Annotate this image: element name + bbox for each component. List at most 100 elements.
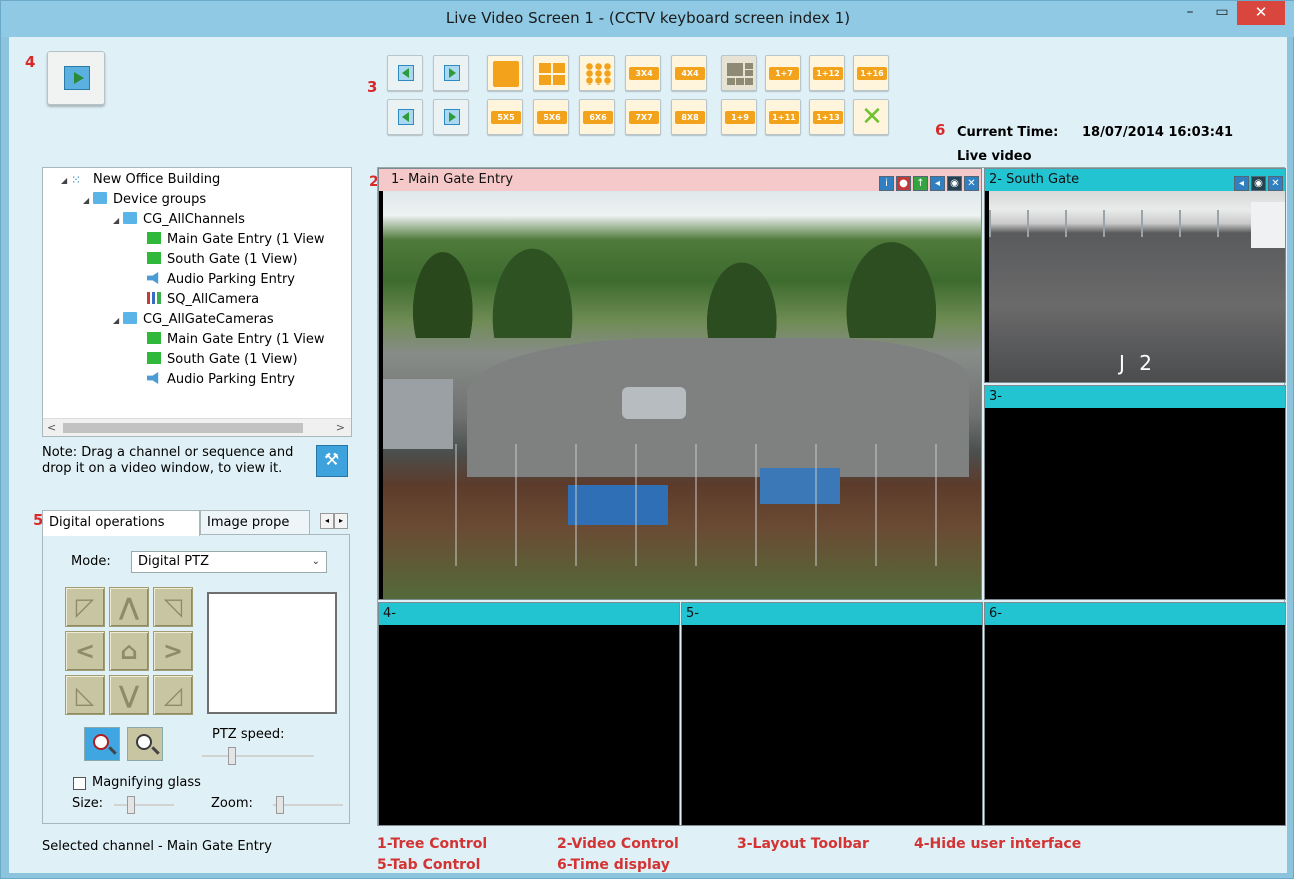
- layout-1plus12-button[interactable]: 1+12: [809, 55, 845, 91]
- arrow-left-icon: [398, 65, 414, 81]
- video-pane-header[interactable]: 5-: [682, 603, 982, 625]
- video-pane-header[interactable]: 4-: [379, 603, 679, 625]
- close-icon[interactable]: ✕: [964, 176, 979, 191]
- slider-knob[interactable]: [228, 747, 236, 765]
- ptz-left-button[interactable]: <: [65, 631, 105, 671]
- tab-digital-operations[interactable]: Digital operations: [42, 510, 200, 536]
- scrollbar-thumb[interactable]: [63, 423, 303, 433]
- tree-item-audio-parking-entry-2[interactable]: Audio Parking Entry: [147, 370, 295, 390]
- drag-drop-note: Note: Drag a channel or sequence and dro…: [42, 445, 294, 476]
- tree-item-cg-allgatecameras[interactable]: ◢ CG_AllGateCameras: [113, 310, 274, 330]
- layout-7x7-button[interactable]: 7X7: [625, 99, 661, 135]
- zoom-slider[interactable]: [273, 796, 343, 814]
- close-button[interactable]: ✕: [1237, 1, 1285, 25]
- size-slider[interactable]: [114, 796, 174, 814]
- video-pane-2[interactable]: 2- South Gate ◂ ◉ ✕ J 2: [984, 168, 1286, 383]
- ptz-home-button[interactable]: ⌂: [109, 631, 149, 671]
- layout-1plus16-button[interactable]: 1+16: [853, 55, 889, 91]
- layout-mixed-button[interactable]: [721, 55, 757, 91]
- fullscreen-button[interactable]: ✕: [853, 99, 889, 135]
- video-pane-header[interactable]: 6-: [985, 603, 1285, 625]
- tree-item-audio-parking-entry[interactable]: Audio Parking Entry: [147, 270, 295, 290]
- ptz-up-right-button[interactable]: ◹: [153, 587, 193, 627]
- tree-item-label: Audio Parking Entry: [167, 272, 296, 287]
- tools-button[interactable]: [316, 445, 348, 477]
- tab-scroll-left-button[interactable]: ◂: [320, 513, 334, 529]
- title-bar[interactable]: Live Video Screen 1 - (CCTV keyboard scr…: [1, 1, 1294, 37]
- ptz-up-button[interactable]: ⋀: [109, 587, 149, 627]
- layout-1plus11-button[interactable]: 1+11: [765, 99, 801, 135]
- video-pane-6[interactable]: 6-: [984, 602, 1286, 826]
- next-page-button[interactable]: [433, 99, 469, 135]
- collapse-icon[interactable]: ◢: [83, 191, 93, 211]
- video-pane-3[interactable]: 3-: [984, 385, 1286, 600]
- tree-item-cg-allchannels[interactable]: ◢ CG_AllChannels: [113, 210, 245, 230]
- layout-6x6-button[interactable]: 6X6: [579, 99, 615, 135]
- maximize-button[interactable]: ▭: [1207, 1, 1237, 25]
- snapshot-icon[interactable]: ◉: [947, 176, 962, 191]
- video-pane-4[interactable]: 4-: [378, 602, 680, 826]
- close-icon[interactable]: ✕: [1268, 176, 1283, 191]
- slider-knob[interactable]: [127, 796, 135, 814]
- record-icon[interactable]: ●: [896, 176, 911, 191]
- video-pane-header[interactable]: 2- South Gate ◂ ◉ ✕: [985, 169, 1285, 191]
- ptz-down-right-button[interactable]: ◿: [153, 675, 193, 715]
- layout-1plus7-button[interactable]: 1+7: [765, 55, 801, 91]
- tab-scroll-right-button[interactable]: ▸: [334, 513, 348, 529]
- layout-8x8-button[interactable]: 8X8: [671, 99, 707, 135]
- layout-1x1-button[interactable]: [487, 55, 523, 91]
- video-pane-header[interactable]: 1- Main Gate Entry i ● ↑ ◂ ◉ ✕: [379, 169, 981, 191]
- video-pane-5[interactable]: 5-: [681, 602, 983, 826]
- layout-8x8-label: 8X8: [675, 111, 705, 124]
- current-time-value: 18/07/2014 16:03:41: [1082, 125, 1234, 140]
- layout-1plus9-button[interactable]: 1+9: [721, 99, 757, 135]
- collapse-icon[interactable]: ◢: [113, 311, 123, 331]
- audio-icon[interactable]: ◂: [1234, 176, 1249, 191]
- snapshot-icon[interactable]: ◉: [1251, 176, 1266, 191]
- magnifying-glass-checkbox[interactable]: [73, 777, 86, 790]
- collapse-icon[interactable]: ◢: [113, 211, 123, 231]
- ptz-preview-box[interactable]: [207, 592, 337, 714]
- tree-item-main-gate-entry-2[interactable]: Main Gate Entry (1 View: [147, 330, 324, 350]
- tab-image-properties[interactable]: Image prope: [200, 510, 310, 536]
- tree-item-main-gate-entry[interactable]: Main Gate Entry (1 View: [147, 230, 324, 250]
- slider-knob[interactable]: [276, 796, 284, 814]
- scroll-left-button[interactable]: <: [47, 419, 56, 436]
- layout-1plus13-button[interactable]: 1+13: [809, 99, 845, 135]
- ptz-down-button[interactable]: ⋁: [109, 675, 149, 715]
- ptz-speed-slider[interactable]: [202, 747, 314, 765]
- zoom-out-button[interactable]: [84, 727, 120, 761]
- device-tree[interactable]: ◢ ⁙ New Office Building ◢ Device groups ◢ CG…: [42, 167, 352, 437]
- scroll-right-button[interactable]: >: [336, 419, 345, 436]
- minimize-button[interactable]: –: [1175, 1, 1205, 25]
- previous-screen-button[interactable]: [387, 55, 423, 91]
- layout-5x5-button[interactable]: 5X5: [487, 99, 523, 135]
- audio-icon[interactable]: ◂: [930, 176, 945, 191]
- collapse-icon[interactable]: ◢: [61, 171, 71, 191]
- ptz-up-left-button[interactable]: ◸: [65, 587, 105, 627]
- info-icon[interactable]: i: [879, 176, 894, 191]
- tree-item-device-groups[interactable]: ◢ Device groups: [83, 190, 206, 210]
- ptz-icon[interactable]: ↑: [913, 176, 928, 191]
- video-pane-header[interactable]: 3-: [985, 386, 1285, 408]
- video-pane-1[interactable]: 1- Main Gate Entry i ● ↑ ◂ ◉ ✕: [378, 168, 982, 600]
- next-screen-button[interactable]: [433, 55, 469, 91]
- previous-page-button[interactable]: [387, 99, 423, 135]
- tree-item-south-gate-2[interactable]: South Gate (1 View): [147, 350, 298, 370]
- mode-select[interactable]: Digital PTZ ⌄: [131, 551, 327, 573]
- sequence-icon: [147, 292, 161, 304]
- layout-2x2-button[interactable]: [533, 55, 569, 91]
- layout-5x6-button[interactable]: 5X6: [533, 99, 569, 135]
- hide-user-interface-button[interactable]: [47, 51, 105, 105]
- tree-horizontal-scrollbar[interactable]: < >: [43, 418, 351, 436]
- tree-item-sq-allcamera[interactable]: SQ_AllCamera: [147, 290, 259, 310]
- tree-item-south-gate[interactable]: South Gate (1 View): [147, 250, 298, 270]
- zoom-in-button[interactable]: [127, 727, 163, 761]
- layout-4x4-button[interactable]: 4X4: [671, 55, 707, 91]
- ptz-right-button[interactable]: >: [153, 631, 193, 671]
- layout-3x3-button[interactable]: [579, 55, 615, 91]
- layout-3x4-button[interactable]: 3X4: [625, 55, 661, 91]
- tree-item-building[interactable]: ◢ ⁙ New Office Building: [61, 170, 220, 190]
- legend-tab-control: 5-Tab Control: [377, 857, 481, 873]
- ptz-down-left-button[interactable]: ◺: [65, 675, 105, 715]
